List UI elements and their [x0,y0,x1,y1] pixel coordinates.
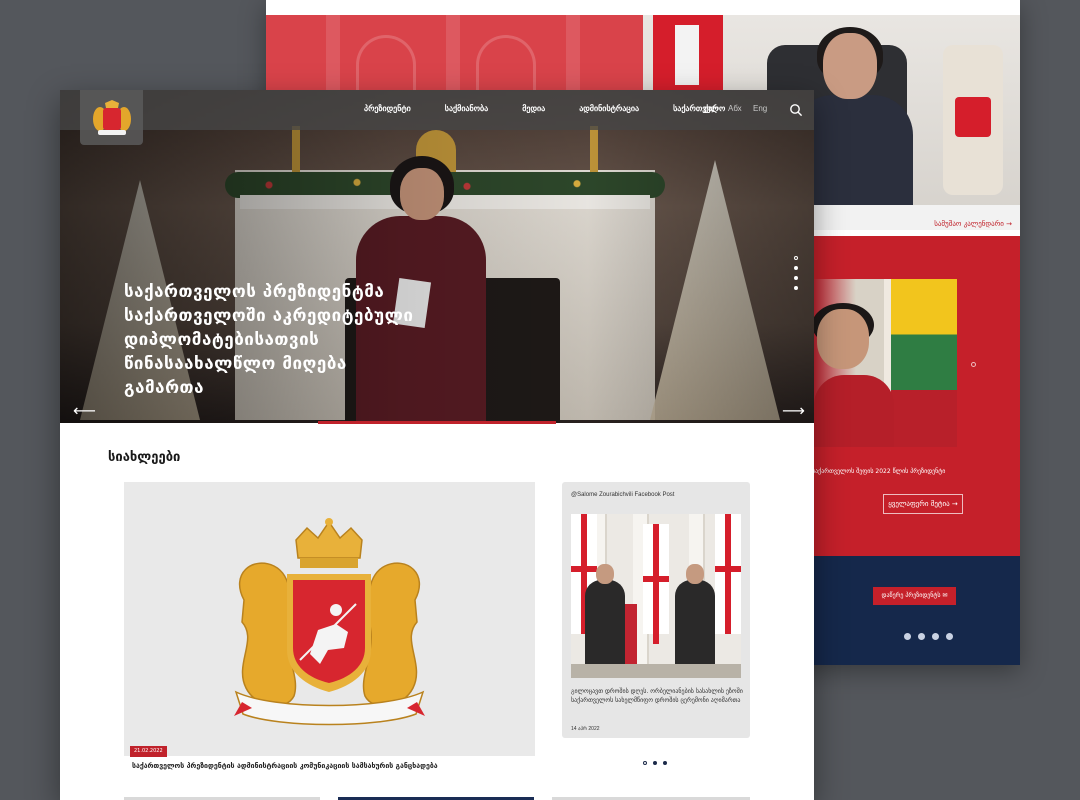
hero-dot[interactable] [794,276,798,280]
lang-abkhaz[interactable]: Абх [728,104,742,113]
coat-of-arms-icon [92,99,131,135]
next-arrow-icon[interactable]: ⟶ [782,403,805,419]
mail-icon: ✉ [942,592,948,599]
slider-dot[interactable] [663,761,667,765]
lang-english[interactable]: Eng [753,104,767,113]
facebook-post-card[interactable]: @Salome Zourabichvili Facebook Post გილო… [562,482,750,738]
arrow-right-icon: → [951,500,958,508]
news-main-image[interactable] [124,482,535,756]
news-slider-dots [643,761,667,765]
prev-arrow-icon[interactable]: ⟵ [73,403,96,419]
slider-dot[interactable] [653,761,657,765]
hero-dot[interactable] [794,266,798,270]
back-photo-president-flags [814,279,957,447]
youtube-icon[interactable] [946,633,953,640]
hero-pagination [794,256,798,290]
contact-button[interactable]: დაწერე პრეზიდენტს ✉ [873,587,956,605]
facebook-post-label: @Salome Zourabichvili Facebook Post [571,492,675,498]
instagram-icon[interactable] [932,633,939,640]
news-date-badge: 21.02.2022 [130,746,167,757]
nav-item-administration[interactable]: ადმინისტრაცია [579,104,639,113]
news-section-title: სიახლეები [108,450,181,465]
facebook-post-date: 14 აპრ 2022 [571,726,600,732]
calendar-link[interactable]: სამუშაო კალენდარი → [934,220,1012,228]
hero-dot[interactable] [794,256,798,260]
nav-item-activity[interactable]: საქმიანობა [445,104,488,113]
facebook-post-text: გილოცავთ დროშის დღეს. ორბელიანების სასახ… [571,688,743,704]
nav-links: პრეზიდენტი საქმიანობა მედია ადმინისტრაცი… [364,104,725,113]
front-page-mockup: პრეზიდენტი საქმიანობა მედია ადმინისტრაცი… [60,90,814,800]
nav-item-president[interactable]: პრეზიდენტი [364,104,411,113]
hero-progress-bar [318,421,556,424]
lang-georgian[interactable]: ქარ [704,104,719,113]
more-button[interactable]: ყველაფერი მეტია → [883,494,963,514]
logo[interactable] [80,90,143,145]
facebook-icon[interactable] [904,633,911,640]
back-slider-dot[interactable] [971,362,976,367]
twitter-icon[interactable] [918,633,925,640]
arrow-right-icon: → [1006,220,1012,228]
news-main-caption[interactable]: საქართველოს პრეზიდენტის ადმინისტრაციის კ… [132,762,438,770]
facebook-post-photo [571,514,741,678]
coat-of-arms-image [234,518,425,726]
back-photo-caption: საქართველოს შეფის 2022 წლის პრეზიდენტი [812,468,946,475]
nav-item-media[interactable]: მედია [522,104,545,113]
hero-headline[interactable]: საქართველოს პრეზიდენტმა საქართველოში აკრ… [124,280,424,400]
slider-dot[interactable] [643,761,647,765]
social-links [904,633,953,640]
search-icon[interactable] [789,103,803,117]
hero-dot[interactable] [794,286,798,290]
